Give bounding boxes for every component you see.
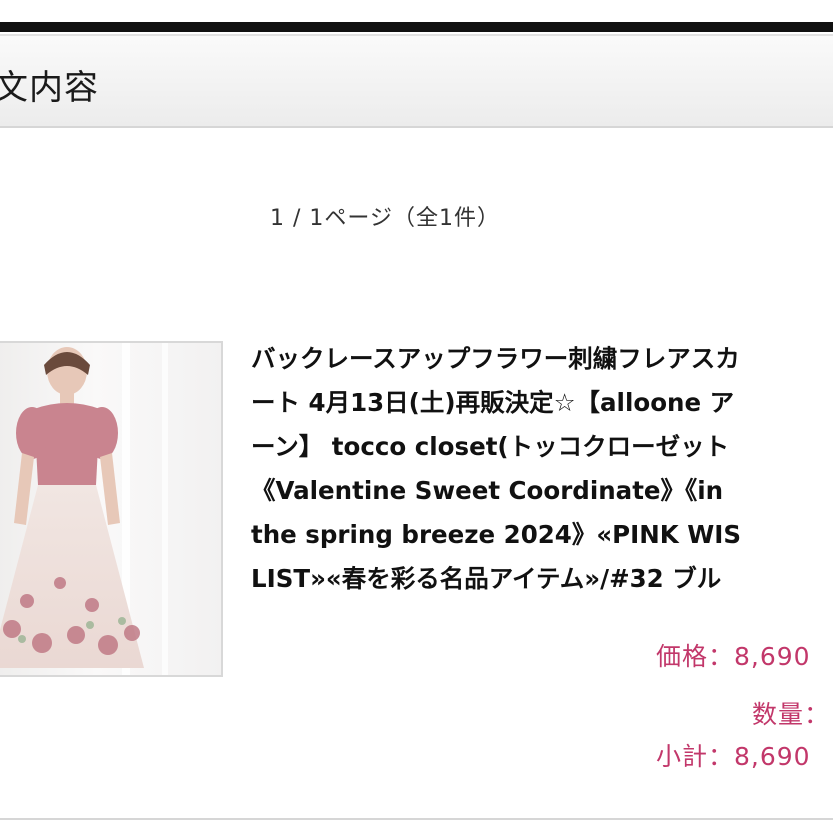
pagination-info: 1 / 1ページ（全1件） bbox=[270, 206, 500, 231]
top-bar-line bbox=[0, 22, 833, 32]
page: 文内容 1 / 1ページ（全1件） バックレースアップフラワー刺繍フレアスカ ー… bbox=[0, 0, 833, 833]
product-thumbnail[interactable] bbox=[0, 341, 223, 677]
product-photo-image bbox=[0, 343, 221, 675]
subtotal-text: 小計：8,690 bbox=[656, 742, 811, 771]
product-name-line: the spring breeze 2024》«PINK WIS bbox=[251, 520, 742, 549]
bottom-divider bbox=[0, 818, 833, 820]
product-name-line: ーン】 tocco closet(トッコクローゼット bbox=[251, 432, 730, 461]
top-bar bbox=[0, 0, 833, 34]
order-item: バックレースアップフラワー刺繍フレアスカ ート 4月13日(土)再販決定☆【al… bbox=[0, 335, 833, 805]
product-name[interactable]: バックレースアップフラワー刺繍フレアスカ ート 4月13日(土)再販決定☆【al… bbox=[251, 337, 833, 601]
section-header bbox=[0, 34, 833, 128]
price-text: 価格：8,690 bbox=[656, 642, 811, 671]
quantity-text: 数量： bbox=[752, 700, 831, 729]
product-name-line: LIST»«春を彩る名品アイテム»/#32 ブル bbox=[251, 564, 722, 593]
product-name-line: 《Valentine Sweet Coordinate》《in bbox=[251, 476, 724, 505]
section-title: 文内容 bbox=[0, 68, 99, 108]
product-name-line: バックレースアップフラワー刺繍フレアスカ bbox=[251, 344, 740, 373]
product-name-line: ート 4月13日(土)再販決定☆【alloone ア bbox=[251, 388, 735, 417]
